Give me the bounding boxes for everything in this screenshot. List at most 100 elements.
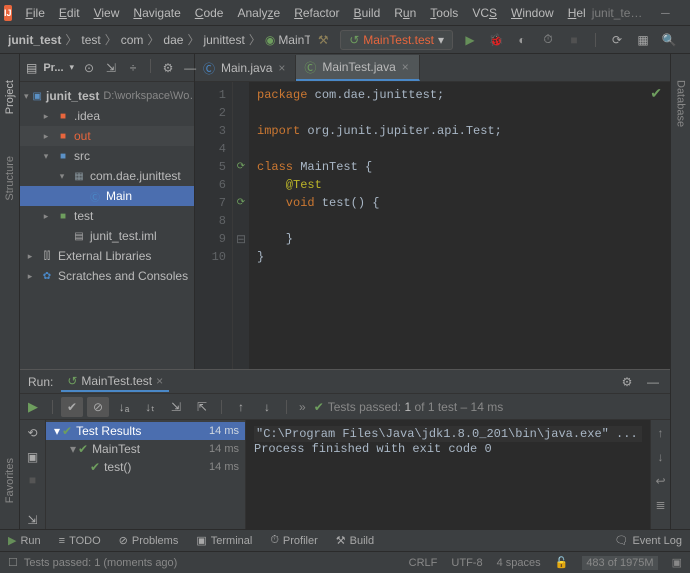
crumb-root[interactable]: junit_test xyxy=(8,33,61,47)
line-separator-indicator[interactable]: CRLF xyxy=(409,557,438,569)
collapse-all-button[interactable]: ⇱ xyxy=(191,397,213,417)
test-class-node[interactable]: ▾ ✔ MainTest 14 ms xyxy=(46,440,245,458)
scroll-up-icon[interactable]: ↑ xyxy=(658,426,664,440)
tab-maintest-java[interactable]: Ⓒ MainTest.java × xyxy=(296,55,419,81)
rerun-button[interactable]: ▶ xyxy=(28,399,38,415)
show-ignored-toggle[interactable]: ⊘ xyxy=(87,397,109,417)
menu-run[interactable]: Run xyxy=(388,3,422,23)
todo-bottom-button[interactable]: ≡TODO xyxy=(59,535,101,547)
event-log-button[interactable]: 🗨Event Log xyxy=(614,534,682,547)
hide-panel-icon[interactable]: — xyxy=(181,59,199,77)
soft-wrap-icon[interactable]: ↩ xyxy=(655,474,665,488)
encoding-indicator[interactable]: UTF-8 xyxy=(451,557,482,569)
run-line-marker-icon[interactable]: ⟳ xyxy=(233,194,249,212)
crumb-3[interactable]: dae xyxy=(163,33,183,47)
menu-edit[interactable]: Edit xyxy=(53,3,86,23)
project-tool-window: ▤ Pr... ▾ ⊙ ⇲ ÷ ⚙ — ▾ ▣ xyxy=(20,54,195,369)
search-everywhere-icon[interactable]: ▦ xyxy=(634,31,652,49)
structure-rail-button[interactable]: Structure xyxy=(2,150,18,207)
tree-iml[interactable]: ▤ junit_test.iml xyxy=(20,226,194,246)
menu-window[interactable]: Window xyxy=(505,3,560,23)
expand-all-icon[interactable]: ⇲ xyxy=(102,59,120,77)
tree-main-class[interactable]: Ⓒ Main xyxy=(20,186,194,206)
menu-file[interactable]: File xyxy=(20,3,51,23)
tree-idea[interactable]: ▸ ■ .idea xyxy=(20,106,194,126)
gear-icon[interactable]: ⚙ xyxy=(159,59,177,77)
sort-alpha-button[interactable]: ↓ₐ xyxy=(113,397,135,417)
database-rail-button[interactable]: Database xyxy=(673,74,689,133)
tree-test-folder[interactable]: ▸ ■ test xyxy=(20,206,194,226)
close-icon[interactable]: × xyxy=(402,60,409,74)
stop-button[interactable]: ■ xyxy=(22,472,44,490)
profile-button[interactable]: ⏱ xyxy=(539,31,557,49)
scroll-to-end-icon[interactable]: ≣ xyxy=(655,498,665,512)
rerun-failed-button[interactable]: ⟲ xyxy=(22,424,44,442)
indent-indicator[interactable]: 4 spaces xyxy=(497,557,541,569)
run-line-marker-icon[interactable]: ⟳ xyxy=(233,158,249,176)
update-button[interactable]: ⟳ xyxy=(608,31,626,49)
tree-root[interactable]: ▾ ▣ junit_test D:\workspace\Wo… xyxy=(20,86,194,106)
close-icon[interactable]: × xyxy=(156,374,163,388)
chevron-down-icon[interactable]: ▾ xyxy=(70,62,75,73)
project-panel-title[interactable]: Pr... xyxy=(43,62,63,74)
menu-refactor[interactable]: Refactor xyxy=(288,3,345,23)
console-output[interactable]: "C:\Program Files\Java\jdk1.8.0_201\bin\… xyxy=(246,420,650,529)
favorites-rail-button[interactable]: Favorites xyxy=(2,452,18,509)
pin-tab-button[interactable]: ⇲ xyxy=(22,511,44,529)
code-editor[interactable]: 12345678910 ⟳ ⟳ ⊟ ✔ package com.dae.juni… xyxy=(195,82,670,369)
menu-build[interactable]: Build xyxy=(348,3,387,23)
scroll-down-icon[interactable]: ↓ xyxy=(658,450,664,464)
minimize-button[interactable]: ─ xyxy=(652,3,678,23)
test-results-root[interactable]: ▾ ✔ Test Results 14 ms xyxy=(46,422,245,440)
prev-test-button[interactable]: ↑ xyxy=(230,397,252,417)
run-button[interactable]: ▶ xyxy=(461,31,479,49)
tree-external-libs[interactable]: ▸ ⫿⫿ External Libraries xyxy=(20,246,194,266)
terminal-bottom-button[interactable]: ▣Terminal xyxy=(196,534,252,547)
menu-help[interactable]: Hel xyxy=(562,3,592,23)
tree-src[interactable]: ▾ ■ src xyxy=(20,146,194,166)
run-bottom-button[interactable]: ▶Run xyxy=(8,534,41,547)
search-icon[interactable]: 🔍 xyxy=(660,31,678,49)
left-tool-rail: Project Structure Favorites xyxy=(0,54,20,529)
sort-duration-button[interactable]: ↓ₜ xyxy=(139,397,161,417)
crumb-5[interactable]: ◉ MainTest xyxy=(265,33,310,47)
tree-package[interactable]: ▾ ▦ com.dae.junittest xyxy=(20,166,194,186)
memory-indicator[interactable]: 483 of 1975M xyxy=(582,556,657,570)
profiler-bottom-button[interactable]: ⏱Profiler xyxy=(270,534,317,547)
run-config-selector[interactable]: ↺ MainTest.test ▾ xyxy=(340,30,453,50)
crumb-4[interactable]: junittest xyxy=(203,33,244,47)
gear-icon[interactable]: ⚙ xyxy=(618,373,636,391)
show-passed-toggle[interactable]: ✔ xyxy=(61,397,83,417)
build-hammer-icon[interactable]: ⚒ xyxy=(314,31,332,49)
menu-navigate[interactable]: Navigate xyxy=(127,3,186,23)
collapse-icon[interactable]: ÷ xyxy=(124,59,142,77)
problems-bottom-button[interactable]: ⊘Problems xyxy=(119,534,179,547)
crumb-2[interactable]: com xyxy=(121,33,144,47)
menu-view[interactable]: View xyxy=(88,3,126,23)
hide-panel-icon[interactable]: — xyxy=(644,373,662,391)
stop-button[interactable]: ■ xyxy=(565,31,583,49)
tree-scratches[interactable]: ▸ ✿ Scratches and Consoles xyxy=(20,266,194,286)
crumb-1[interactable]: test xyxy=(81,33,100,47)
menu-code[interactable]: Code xyxy=(189,3,230,23)
menu-vcs[interactable]: VCS xyxy=(466,3,503,23)
tree-out[interactable]: ▸ ■ out xyxy=(20,126,194,146)
lock-icon[interactable]: 🔓 xyxy=(555,556,569,569)
project-rail-button[interactable]: Project xyxy=(2,74,18,120)
expand-all-button[interactable]: ⇲ xyxy=(165,397,187,417)
locate-icon[interactable]: ⊙ xyxy=(80,59,98,77)
code-content[interactable]: ✔ package com.dae.junittest; import org.… xyxy=(249,82,670,369)
build-bottom-button[interactable]: ⚒Build xyxy=(336,534,374,547)
next-test-button[interactable]: ↓ xyxy=(256,397,278,417)
tab-main-java[interactable]: Ⓒ Main.java × xyxy=(195,55,296,81)
status-widget-icon[interactable]: ▣ xyxy=(672,556,682,569)
coverage-button[interactable]: ◐ xyxy=(513,31,531,49)
toggle-auto-test-button[interactable]: ▣ xyxy=(22,448,44,466)
menu-tools[interactable]: Tools xyxy=(424,3,464,23)
status-square-icon[interactable]: ☐ xyxy=(8,556,18,569)
menu-analyze[interactable]: Analyze xyxy=(231,3,286,23)
test-method-node[interactable]: ✔ test() 14 ms xyxy=(46,458,245,476)
close-icon[interactable]: × xyxy=(278,61,285,75)
run-panel-tab[interactable]: ↺ MainTest.test × xyxy=(61,372,169,392)
debug-button[interactable]: 🐞 xyxy=(487,31,505,49)
